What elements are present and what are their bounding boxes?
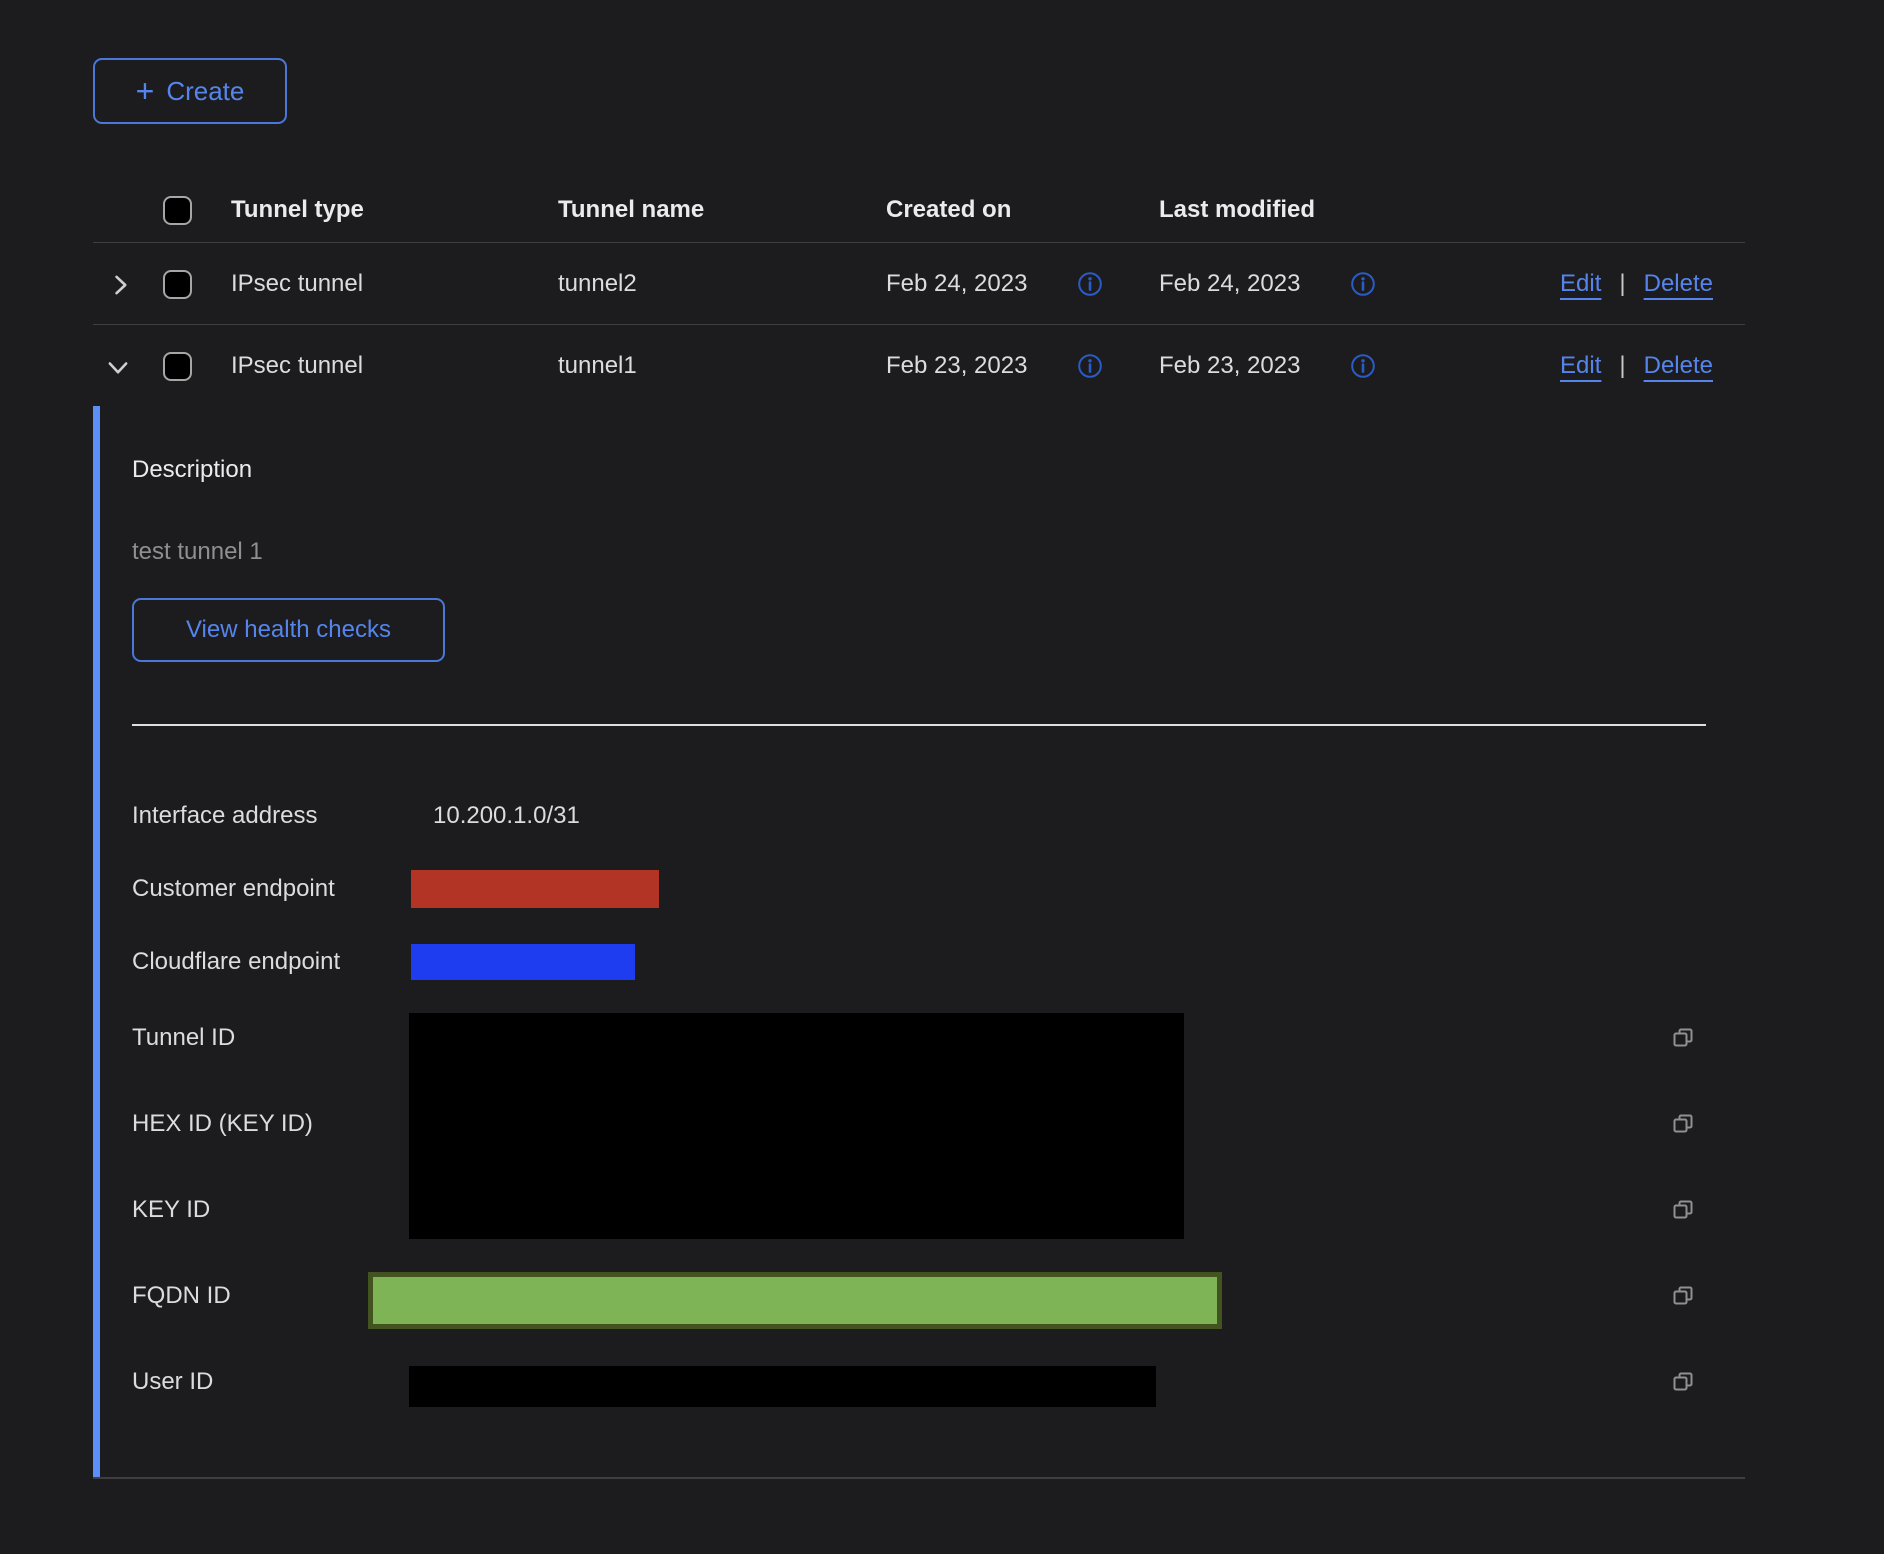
last-modified-cell: Feb 23, 2023 bbox=[1159, 352, 1300, 380]
customer-endpoint-redaction bbox=[411, 870, 659, 908]
description-label: Description bbox=[132, 456, 252, 484]
fqdn-id-redaction bbox=[368, 1272, 1222, 1329]
select-all-checkbox[interactable] bbox=[163, 196, 192, 225]
interface-address-label: Interface address bbox=[132, 802, 317, 830]
interface-address-value: 10.200.1.0/31 bbox=[433, 802, 580, 830]
last-modified-cell: Feb 24, 2023 bbox=[1159, 270, 1300, 298]
hex-id-label: HEX ID (KEY ID) bbox=[132, 1110, 313, 1138]
delete-link[interactable]: Delete bbox=[1644, 352, 1713, 380]
action-separator: | bbox=[1619, 352, 1625, 380]
copy-fqdn-id-button[interactable] bbox=[1670, 1283, 1696, 1309]
ids-redaction bbox=[409, 1013, 1184, 1239]
tunnel-detail-panel: Description test tunnel 1 View health ch… bbox=[0, 406, 1884, 1478]
tunnel-type-cell: IPsec tunnel bbox=[231, 270, 363, 298]
row-divider bbox=[93, 1477, 1745, 1479]
user-id-label: User ID bbox=[132, 1368, 213, 1396]
section-divider bbox=[132, 724, 1706, 726]
expanded-row-indicator-bar bbox=[93, 406, 100, 1477]
tunnel-type-cell: IPsec tunnel bbox=[231, 352, 363, 380]
tunnels-page: + Create Tunnel type Tunnel name Created… bbox=[0, 0, 1884, 1554]
customer-endpoint-label: Customer endpoint bbox=[132, 875, 335, 903]
copy-user-id-button[interactable] bbox=[1670, 1369, 1696, 1395]
row-checkbox[interactable] bbox=[163, 352, 192, 381]
copy-hex-id-button[interactable] bbox=[1670, 1111, 1696, 1137]
col-header-created-on: Created on bbox=[886, 196, 1011, 224]
fqdn-id-label: FQDN ID bbox=[132, 1282, 231, 1310]
description-value: test tunnel 1 bbox=[132, 538, 263, 566]
info-circle-icon[interactable] bbox=[1077, 271, 1103, 297]
action-separator: | bbox=[1619, 270, 1625, 298]
col-header-last-modified: Last modified bbox=[1159, 196, 1315, 224]
col-header-tunnel-type: Tunnel type bbox=[231, 196, 364, 224]
view-health-checks-button[interactable]: View health checks bbox=[132, 598, 445, 662]
tunnel-name-cell: tunnel2 bbox=[558, 270, 637, 298]
key-id-label: KEY ID bbox=[132, 1196, 210, 1224]
row-checkbox[interactable] bbox=[163, 270, 192, 299]
cloudflare-endpoint-label: Cloudflare endpoint bbox=[132, 948, 340, 976]
chevron-down-icon[interactable] bbox=[104, 353, 132, 381]
view-health-checks-label: View health checks bbox=[186, 616, 391, 644]
created-on-cell: Feb 23, 2023 bbox=[886, 352, 1027, 380]
user-id-redaction bbox=[409, 1366, 1156, 1407]
delete-link[interactable]: Delete bbox=[1644, 270, 1713, 298]
copy-key-id-button[interactable] bbox=[1670, 1197, 1696, 1223]
tunnel-id-label: Tunnel ID bbox=[132, 1024, 235, 1052]
cloudflare-endpoint-redaction bbox=[411, 944, 635, 980]
edit-link[interactable]: Edit bbox=[1560, 352, 1601, 380]
chevron-right-icon[interactable] bbox=[106, 271, 134, 299]
col-header-tunnel-name: Tunnel name bbox=[558, 196, 704, 224]
create-button-label: Create bbox=[166, 76, 244, 107]
tunnel-name-cell: tunnel1 bbox=[558, 352, 637, 380]
info-circle-icon[interactable] bbox=[1077, 353, 1103, 379]
created-on-cell: Feb 24, 2023 bbox=[886, 270, 1027, 298]
table-row: IPsec tunnel tunnel2 Feb 24, 2023 Feb 24… bbox=[0, 243, 1884, 325]
table-row: IPsec tunnel tunnel1 Feb 23, 2023 Feb 23… bbox=[0, 325, 1884, 407]
edit-link[interactable]: Edit bbox=[1560, 270, 1601, 298]
plus-icon: + bbox=[136, 76, 155, 106]
info-circle-icon[interactable] bbox=[1350, 271, 1376, 297]
info-circle-icon[interactable] bbox=[1350, 353, 1376, 379]
create-button[interactable]: + Create bbox=[93, 58, 287, 124]
copy-tunnel-id-button[interactable] bbox=[1670, 1025, 1696, 1051]
